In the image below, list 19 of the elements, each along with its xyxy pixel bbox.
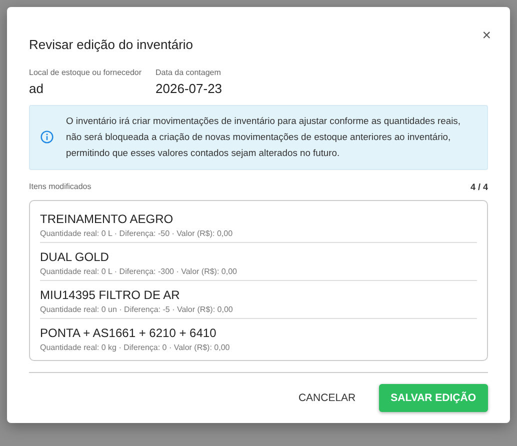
cancel-button[interactable]: CANCELAR xyxy=(295,384,359,412)
item-details: Quantidade real: 0 kg · Diferença: 0 · Valor (R$): 0,00 xyxy=(40,343,231,352)
close-button[interactable]: × xyxy=(482,28,491,43)
field-value: ad xyxy=(29,81,44,96)
section-label: Itens modificados xyxy=(29,182,92,192)
field-label: Data da contagem xyxy=(156,68,222,77)
field-label: Local de estoque ou fornecedor xyxy=(29,68,142,77)
item-name: PONTA + AS1661 + 6210 + 6410 xyxy=(40,325,218,341)
item-details: Quantidade real: 0 L · Diferença: -300 · Valor (R$): 0,00 xyxy=(40,267,238,276)
item-details: Quantidade real: 0 L · Diferença: -50 · Valor (R$): 0,00 xyxy=(40,229,234,238)
item-details: Quantidade real: 0 un · Diferença: -5 · Valor (R$): 0,00 xyxy=(40,305,234,314)
field-value: 2026-07-23 xyxy=(156,81,222,96)
item-name: DUAL GOLD xyxy=(40,249,110,265)
info-text: O inventário irá criar movimentações de inventário para ajustar conforme as quantidades reais, não será bloqueada a criação de novas movimentações de estoque anteriores ao inventário, permitindo que esses valores contados sejam alterados no futuro. xyxy=(66,114,462,160)
item-name: TREINAMENTO AEGRO xyxy=(40,211,174,227)
item-name: MIU14395 FILTRO DE AR xyxy=(40,287,181,303)
item-count: 4 / 4 xyxy=(470,182,488,192)
info-icon xyxy=(40,130,54,144)
dialog-title: Revisar edição do inventário xyxy=(29,37,194,52)
